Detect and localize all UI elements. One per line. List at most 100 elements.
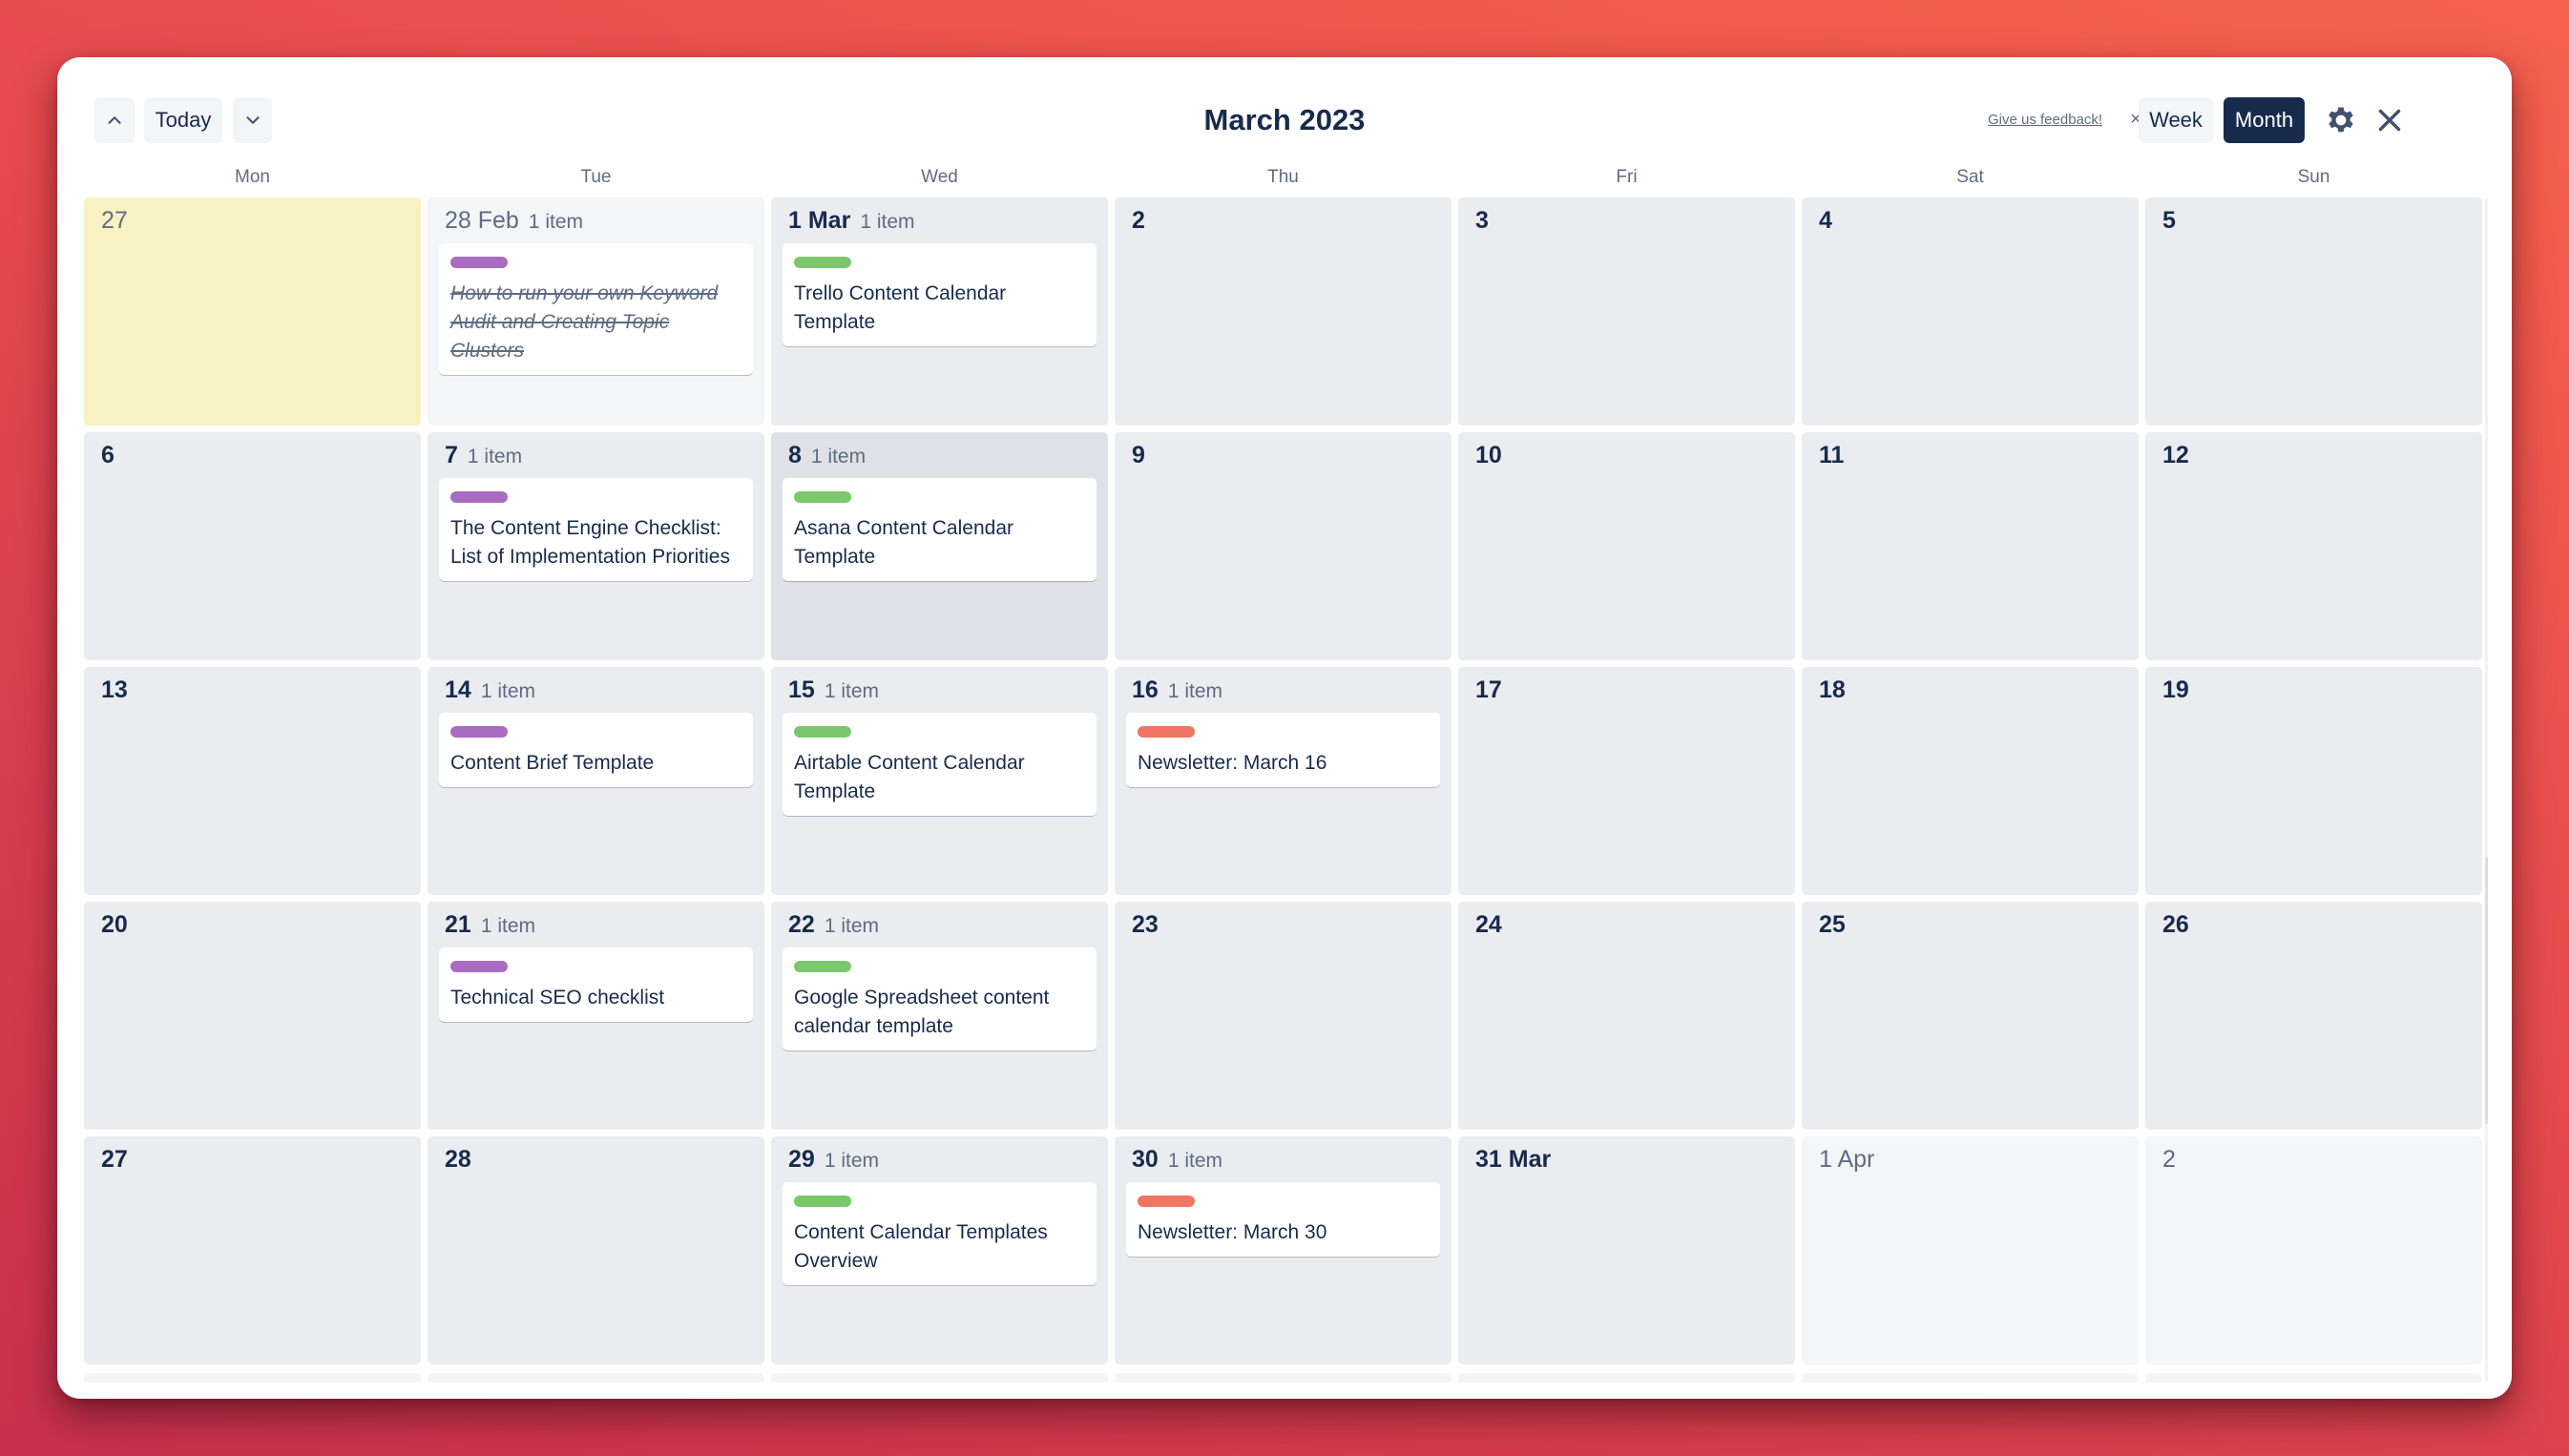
day-cell[interactable]: 27 bbox=[84, 1136, 421, 1364]
day-date: 3 bbox=[1475, 207, 1489, 234]
day-date: 11 bbox=[1819, 442, 1845, 468]
day-date: 14 bbox=[445, 676, 471, 703]
close-icon[interactable] bbox=[2371, 102, 2408, 138]
day-cell[interactable]: 27 bbox=[84, 198, 421, 426]
day-cell[interactable]: 13 bbox=[84, 667, 421, 895]
vertical-scrollbar[interactable] bbox=[2485, 198, 2488, 1382]
partial-cell bbox=[1115, 1373, 1452, 1383]
card-title: Newsletter: March 16 bbox=[1138, 752, 1327, 774]
day-cell-header: 12 bbox=[2157, 442, 2471, 472]
card-title: Newsletter: March 30 bbox=[1138, 1221, 1327, 1243]
calendar-card[interactable]: Airtable Content Calendar Template bbox=[783, 713, 1097, 816]
day-cell[interactable]: 8 1 item Asana Content Calendar Template bbox=[771, 432, 1108, 660]
day-cell[interactable]: 19 bbox=[2145, 667, 2482, 895]
day-cell[interactable]: 4 bbox=[1802, 198, 2139, 426]
day-cell[interactable]: 30 1 item Newsletter: March 30 bbox=[1115, 1136, 1452, 1364]
next-month-button[interactable] bbox=[233, 97, 272, 143]
day-cell[interactable]: 29 1 item Content Calendar Templates Overv… bbox=[771, 1136, 1108, 1364]
day-cell[interactable]: 23 bbox=[1115, 902, 1452, 1130]
month-title: March 2023 bbox=[1203, 103, 1366, 136]
day-cell-header: 1 Mar 1 item bbox=[783, 207, 1097, 238]
item-count: 1 item bbox=[467, 446, 523, 468]
day-cell-header: 24 bbox=[1470, 911, 1784, 942]
day-cell[interactable]: 1 Apr bbox=[1802, 1136, 2139, 1364]
calendar-card[interactable]: Content Calendar Templates Overview bbox=[783, 1182, 1097, 1285]
day-date: 28 bbox=[445, 1146, 471, 1173]
month-grid: 27 28 Feb 1 item How to run your own Keywor… bbox=[84, 198, 2482, 1364]
day-date: 29 bbox=[788, 1146, 815, 1173]
day-cell-header: 27 bbox=[95, 207, 409, 238]
day-date: 18 bbox=[1819, 676, 1846, 703]
month-view-button[interactable]: Month bbox=[2224, 97, 2305, 143]
card-label-red bbox=[1138, 1196, 1195, 1207]
day-date: 16 bbox=[1132, 676, 1159, 703]
calendar-card[interactable]: Technical SEO checklist bbox=[439, 947, 753, 1022]
day-cell[interactable]: 26 bbox=[2145, 902, 2482, 1130]
day-date: 21 bbox=[445, 911, 471, 938]
day-cell[interactable]: 24 bbox=[1458, 902, 1795, 1130]
chevron-up-icon bbox=[108, 116, 121, 124]
day-cell[interactable]: 2 bbox=[2145, 1136, 2482, 1364]
weekday-label: Mon bbox=[235, 167, 270, 187]
day-cell-header: 16 1 item bbox=[1126, 676, 1440, 707]
week-view-button[interactable]: Week bbox=[2139, 97, 2213, 143]
day-cell[interactable]: 5 bbox=[2145, 198, 2482, 426]
day-cell[interactable]: 3 bbox=[1458, 198, 1795, 426]
calendar-card[interactable]: Asana Content Calendar Template bbox=[783, 478, 1097, 581]
day-cell[interactable]: 21 1 item Technical SEO checklist bbox=[428, 902, 764, 1130]
day-cell[interactable]: 10 bbox=[1458, 432, 1795, 660]
day-cell[interactable]: 14 1 item Content Brief Template bbox=[428, 667, 764, 895]
day-date: 30 bbox=[1132, 1146, 1159, 1173]
day-cell[interactable]: 18 bbox=[1802, 667, 2139, 895]
calendar-card[interactable]: Google Spreadsheet content calendar temp… bbox=[783, 947, 1097, 1050]
settings-gear-icon[interactable] bbox=[2323, 102, 2359, 138]
day-cell[interactable]: 28 bbox=[428, 1136, 764, 1364]
card-title: The Content Engine Checklist: List of Im… bbox=[450, 517, 730, 568]
weekday-label: Wed bbox=[921, 167, 958, 187]
day-date: 10 bbox=[1475, 442, 1502, 468]
day-cell[interactable]: 6 bbox=[84, 432, 421, 660]
day-cell[interactable]: 22 1 item Google Spreadsheet content calen… bbox=[771, 902, 1108, 1130]
day-date: 15 bbox=[788, 676, 815, 703]
card-title: Trello Content Calendar Template bbox=[794, 282, 1007, 333]
day-cell[interactable]: 12 bbox=[2145, 432, 2482, 660]
day-cell-header: 13 bbox=[95, 676, 409, 707]
day-cell[interactable]: 28 Feb 1 item How to run your own Keyword … bbox=[428, 198, 764, 426]
today-button[interactable]: Today bbox=[144, 97, 222, 143]
day-cell-header: 4 bbox=[1813, 207, 2127, 238]
feedback-link[interactable]: Give us feedback! bbox=[1988, 111, 2102, 130]
calendar-card[interactable]: Content Brief Template bbox=[439, 713, 753, 787]
day-cell[interactable]: 17 bbox=[1458, 667, 1795, 895]
weekday-label: Fri bbox=[1616, 167, 1638, 187]
previous-month-button[interactable] bbox=[94, 97, 135, 143]
item-count: 1 item bbox=[810, 446, 867, 468]
day-cell[interactable]: 7 1 item The Content Engine Checklist: Lis… bbox=[428, 432, 764, 660]
day-cell[interactable]: 11 bbox=[1802, 432, 2139, 660]
day-cell[interactable]: 1 Mar 1 item Trello Content Calendar Templ… bbox=[771, 198, 1108, 426]
day-date: 17 bbox=[1475, 676, 1502, 703]
card-label-purple bbox=[450, 961, 508, 972]
day-cell-header: 3 bbox=[1470, 207, 1784, 238]
day-cell-header: 30 1 item bbox=[1126, 1146, 1440, 1176]
calendar-card[interactable]: Trello Content Calendar Template bbox=[783, 243, 1097, 346]
calendar-card[interactable]: The Content Engine Checklist: List of Im… bbox=[439, 478, 753, 581]
calendar-card[interactable]: How to run your own Keyword Audit and Cr… bbox=[439, 243, 753, 375]
day-cell[interactable]: 31 Mar bbox=[1458, 1136, 1795, 1364]
day-cell[interactable]: 9 bbox=[1115, 432, 1452, 660]
day-cell-header: 6 bbox=[95, 442, 409, 472]
day-cell[interactable]: 15 1 item Airtable Content Calendar Templa… bbox=[771, 667, 1108, 895]
calendar-card[interactable]: Newsletter: March 30 bbox=[1126, 1182, 1440, 1257]
item-count: 1 item bbox=[824, 680, 879, 702]
day-cell[interactable]: 25 bbox=[1802, 902, 2139, 1130]
day-cell[interactable]: 20 bbox=[84, 902, 421, 1130]
day-cell-header: 2 bbox=[1126, 207, 1440, 238]
day-cell[interactable]: 2 bbox=[1115, 198, 1452, 426]
calendar-window: Today March 2023 Give us feedback! × Wee… bbox=[57, 57, 2512, 1399]
day-cell-header: 10 bbox=[1470, 442, 1784, 472]
day-cell-header: 28 Feb 1 item bbox=[439, 207, 753, 238]
calendar-card[interactable]: Newsletter: March 16 bbox=[1126, 713, 1440, 787]
day-cell[interactable]: 16 1 item Newsletter: March 16 bbox=[1115, 667, 1452, 895]
scrollbar-thumb[interactable] bbox=[2485, 857, 2488, 1124]
day-date: 25 bbox=[1819, 911, 1846, 938]
weekday-label: Thu bbox=[1267, 167, 1299, 187]
